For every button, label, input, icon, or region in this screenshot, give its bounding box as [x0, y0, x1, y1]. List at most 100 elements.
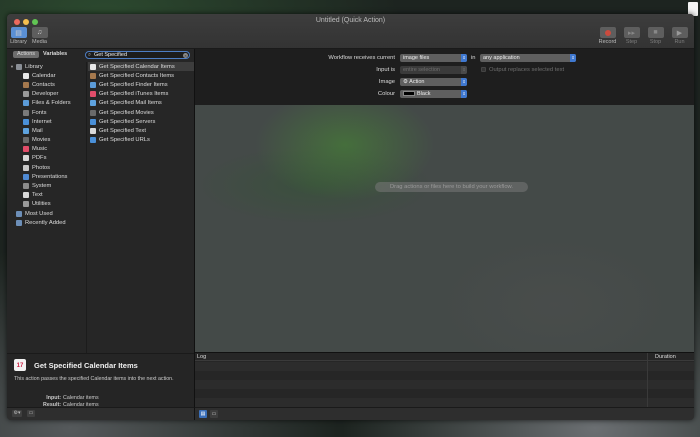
sidebar-item-label: PDFs: [32, 155, 47, 162]
library-toggle-button[interactable]: ▤ Library: [10, 27, 27, 45]
stop-icon: ■: [647, 27, 664, 38]
sidebar-item-system[interactable]: System: [7, 181, 86, 190]
action-list-item[interactable]: Get Specified URLs: [88, 136, 194, 145]
image-row: Image ⚙ Action ⇕: [195, 78, 694, 87]
receives-select[interactable]: image files ⇕: [400, 54, 467, 62]
library-panel: Actions Variables ⌕ Get Specified × ▼ Lib…: [7, 49, 194, 353]
search-input[interactable]: ⌕ Get Specified ×: [85, 51, 190, 59]
gear-menu-button[interactable]: ⚙▾: [12, 410, 22, 417]
category-icon: [23, 109, 29, 116]
sidebar-item-text[interactable]: Text: [7, 191, 86, 200]
show-variables-button[interactable]: ▭: [210, 410, 218, 418]
action-list-item[interactable]: Get Specified Mail Items: [88, 99, 194, 108]
record-label: Record: [598, 39, 617, 45]
input-is-select[interactable]: entire selection ⇕: [400, 66, 467, 74]
chevron-updown-icon: ⇕: [461, 54, 467, 62]
sidebar-item-movies[interactable]: Movies: [7, 136, 86, 145]
category-icon: [23, 155, 29, 162]
step-button[interactable]: ▸▸ Step: [623, 27, 640, 45]
action-info-panel: 17 Get Specified Calendar Items This act…: [7, 353, 194, 408]
tab-variables[interactable]: Variables: [39, 51, 71, 58]
log-row: [195, 362, 694, 371]
sidebar-item-utilities[interactable]: Utilities: [7, 200, 86, 209]
record-button[interactable]: Record: [599, 27, 616, 45]
action-icon: [90, 63, 96, 70]
clear-search-icon[interactable]: ×: [183, 52, 188, 58]
category-icon: [23, 192, 29, 199]
input-is-label: Input is: [376, 67, 395, 73]
action-list-item[interactable]: Get Specified Finder Items: [88, 80, 194, 89]
action-list-item[interactable]: Get Specified iTunes Items: [88, 90, 194, 99]
sidebar-item-library[interactable]: ▼ Library: [7, 62, 86, 71]
info-title: Get Specified Calendar Items: [34, 361, 138, 370]
sidebar-item-label: Music: [32, 146, 48, 153]
sidebar-item-internet[interactable]: Internet: [7, 117, 86, 126]
image-select[interactable]: ⚙ Action ⇕: [400, 78, 467, 86]
sidebar-item-music[interactable]: Music: [7, 145, 86, 154]
colour-swatch: [403, 91, 415, 97]
media-button[interactable]: ♫ Media: [31, 27, 48, 45]
action-list-item[interactable]: Get Specified Text: [88, 126, 194, 135]
sidebar-item-pdfs[interactable]: PDFs: [7, 154, 86, 163]
action-label: Get Specified Movies: [99, 109, 154, 116]
sidebar-item-calendar[interactable]: Calendar: [7, 71, 86, 80]
action-list-item[interactable]: Get Specified Calendar Items: [88, 62, 194, 72]
sidebar-item-label: Mail: [32, 127, 43, 134]
workflow-config: Workflow receives current image files ⇕ …: [194, 49, 694, 105]
tab-actions[interactable]: Actions: [13, 51, 40, 58]
sidebar-item-most-used[interactable]: Most Used: [7, 209, 86, 218]
library-icon: ▤: [10, 27, 27, 38]
workflow-bottom-bar: ▤ ▭: [194, 407, 694, 420]
action-list-item[interactable]: Get Specified Servers: [88, 117, 194, 126]
info-toggle-button[interactable]: ▭: [27, 410, 35, 417]
action-list-item[interactable]: Get Specified Contacts Items: [88, 71, 194, 80]
duration-column-header[interactable]: Duration: [655, 354, 676, 360]
receives-label: Workflow receives current: [328, 55, 395, 61]
sidebar-item-fonts[interactable]: Fonts: [7, 108, 86, 117]
workflow-canvas[interactable]: Drag actions or files here to build your…: [194, 105, 694, 352]
colour-value: Black: [417, 91, 431, 97]
category-icon: [23, 100, 29, 107]
sidebar-item-developer[interactable]: Developer: [7, 90, 86, 99]
info-input-label: Input:: [46, 395, 61, 401]
action-label: Get Specified Finder Items: [99, 81, 168, 88]
log-column-header[interactable]: Log: [197, 354, 206, 360]
sidebar-item-label: Fonts: [32, 109, 47, 116]
title-bar: Untitled (Quick Action) ▤ Library ♫ Medi…: [7, 14, 694, 49]
window-title: Untitled (Quick Action): [315, 17, 386, 24]
run-button[interactable]: ▶ Run: [671, 27, 688, 45]
action-label: Get Specified Contacts Items: [99, 72, 175, 79]
action-label: Get Specified URLs: [99, 137, 150, 144]
action-label: Get Specified Text: [99, 127, 146, 134]
image-label: Image: [378, 79, 395, 85]
show-log-button[interactable]: ▤: [199, 410, 207, 418]
action-icon: [90, 72, 96, 79]
category-icon: [23, 91, 29, 98]
action-list: Get Specified Calendar Items Get Specifie…: [88, 62, 194, 353]
disclosure-triangle-icon[interactable]: ▼: [10, 64, 15, 69]
action-list-item[interactable]: Get Specified Movies: [88, 108, 194, 117]
sidebar-item-contacts[interactable]: Contacts: [7, 80, 86, 89]
category-icon: [23, 127, 29, 134]
sidebar-item-recently-added[interactable]: Recently Added: [7, 218, 86, 227]
step-label: Step: [625, 39, 638, 45]
application-select[interactable]: any application ⇕: [480, 54, 576, 62]
stop-button[interactable]: ■ Stop: [647, 27, 664, 45]
sidebar-item-files-folders[interactable]: Files & Folders: [7, 99, 86, 108]
step-icon: ▸▸: [623, 27, 640, 38]
sidebar-item-mail[interactable]: Mail: [7, 126, 86, 135]
chevron-updown-icon: ⇕: [570, 54, 576, 62]
sidebar-item-presentations[interactable]: Presentations: [7, 172, 86, 181]
library-tabs: Actions Variables: [13, 51, 71, 58]
sidebar-item-label: Contacts: [32, 81, 55, 88]
category-icon: [23, 183, 29, 190]
colour-select[interactable]: Black ⇕: [400, 90, 467, 98]
category-list: ▼ Library Calendar Contacts Developer Files &…: [7, 62, 87, 353]
log-row: [195, 380, 694, 389]
log-column-divider: [647, 353, 648, 407]
sidebar-item-photos[interactable]: Photos: [7, 163, 86, 172]
sidebar-item-label: Photos: [32, 164, 51, 171]
library-label: Library: [10, 39, 27, 45]
library-bottom-bar: ⚙▾ ▭: [7, 407, 194, 420]
output-replaces-checkbox[interactable]: [481, 67, 486, 72]
